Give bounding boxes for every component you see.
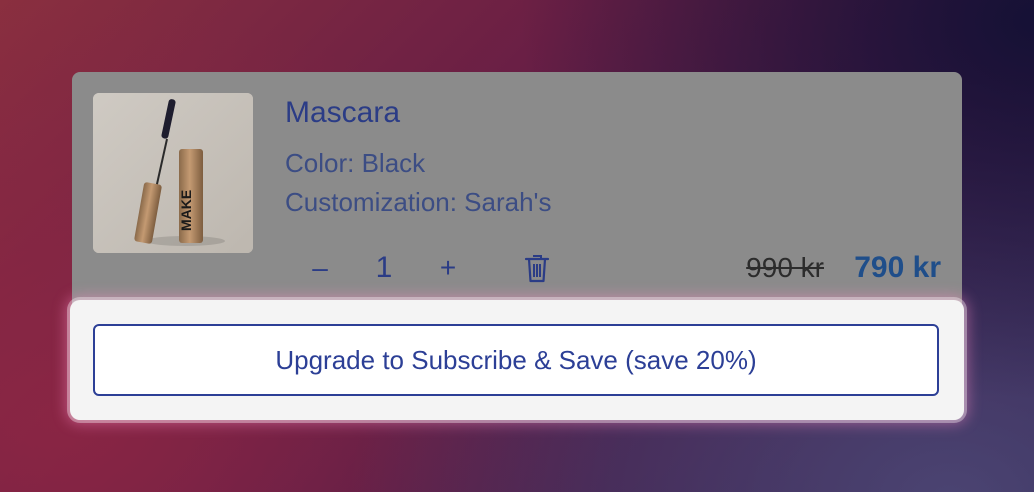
product-title: Mascara — [285, 96, 401, 129]
decrease-quantity-button[interactable]: – — [310, 248, 330, 288]
remove-item-button[interactable] — [524, 253, 550, 283]
product-image: MAKE — [93, 93, 253, 253]
increase-quantity-button[interactable]: + — [438, 248, 458, 288]
upsell-panel: Upgrade to Subscribe & Save (save 20%) — [70, 300, 964, 420]
mascara-illustration: MAKE — [93, 93, 253, 253]
original-price: 990 kr — [746, 252, 824, 283]
cart-item-card: MAKE Mascara Color: Black Customization:… — [70, 72, 964, 420]
product-color: Color: Black — [285, 148, 426, 178]
quantity-value: 1 — [375, 251, 393, 284]
product-customization: Customization: Sarah's — [285, 187, 552, 217]
upgrade-subscribe-button[interactable]: Upgrade to Subscribe & Save (save 20%) — [93, 324, 939, 396]
trash-icon — [524, 255, 550, 283]
current-price: 790 kr — [854, 251, 941, 284]
tube-label: MAKE — [178, 190, 194, 231]
